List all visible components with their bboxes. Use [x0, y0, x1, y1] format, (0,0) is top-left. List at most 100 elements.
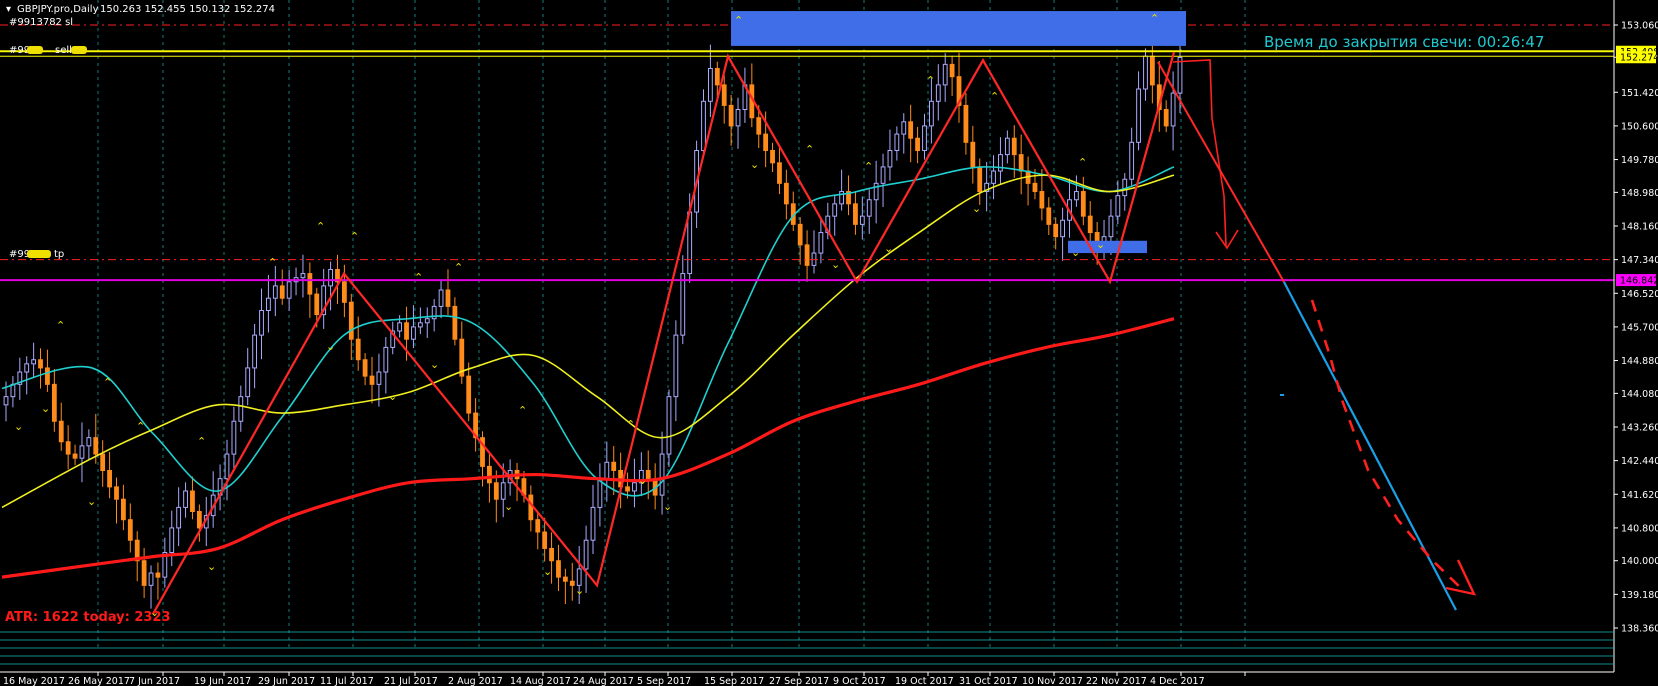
time-tick-label: 5 Sep 2017	[637, 676, 691, 686]
price-tick-label: 150.600	[1621, 121, 1658, 132]
fractal-up-marker: ⌃	[990, 90, 999, 103]
fractal-down-marker: ⌄	[543, 565, 552, 578]
candle-body	[1060, 219, 1065, 238]
candle-body	[714, 67, 720, 86]
candle-body	[1004, 137, 1010, 156]
fractal-down-marker: ⌄	[504, 500, 513, 513]
candle-body	[445, 289, 451, 307]
fractal-down-marker: ⌄	[750, 158, 759, 171]
time-tick-label: 22 Nov 2017	[1086, 676, 1147, 686]
time-tick-label: 27 Sep 2017	[769, 676, 829, 686]
candle-body	[735, 109, 741, 127]
time-tick-label: 26 May 2017	[68, 676, 130, 686]
price-tick-label: 138.360	[1621, 624, 1658, 635]
fractal-down-marker: ⌄	[884, 242, 893, 255]
fractal-down-marker: ⌄	[663, 500, 672, 513]
candle-body	[1115, 195, 1121, 217]
fractal-up-marker: ⌃	[56, 319, 65, 332]
candle-body	[452, 305, 458, 340]
price-chart[interactable]: ⌃⌃⌃⌃⌃⌃⌃⌃⌃⌃⌃⌃⌃⌃⌃⌃⌃⌃⌄⌄⌄⌄⌄⌄⌄⌄⌄⌄⌄⌄⌄⌄⌄⌄⌄⌄⌄ 15…	[0, 0, 1658, 686]
candle-body	[680, 273, 686, 336]
candle-body	[411, 326, 416, 340]
time-tick-label: 19 Oct 2017	[895, 676, 954, 686]
candle-body	[45, 367, 50, 385]
candle-body	[887, 150, 893, 168]
candle-body	[231, 420, 237, 455]
candle-body	[590, 506, 596, 541]
candle-body	[252, 334, 258, 369]
candle-body	[1163, 109, 1169, 127]
sell-order-marker-2[interactable]	[71, 46, 87, 54]
time-tick-label: 19 Jun 2017	[194, 676, 251, 686]
take-profit-label[interactable]: #99	[9, 249, 30, 260]
sell-order-label[interactable]: #99	[9, 45, 30, 56]
candle-body	[963, 104, 969, 143]
candle-body	[1074, 191, 1079, 201]
fractal-up-marker: ⌃	[414, 271, 423, 284]
candle-body	[935, 84, 941, 102]
candle-body	[763, 133, 769, 152]
candle-body	[259, 310, 264, 336]
fractal-down-marker: ⌄	[831, 258, 840, 271]
candle-body	[404, 322, 409, 340]
candle-body	[397, 322, 403, 332]
candle-body	[307, 273, 313, 295]
symbol-title: GBPJPY.pro,Daily	[17, 4, 99, 15]
fractal-up-marker: ⌃	[136, 420, 145, 433]
sell-order-marker[interactable]	[27, 46, 43, 54]
candle-body	[998, 154, 1003, 172]
time-tick-label: 31 Oct 2017	[959, 676, 1018, 686]
time-tick-label: 11 Jul 2017	[320, 676, 374, 686]
time-tick-label: 15 Sep 2017	[704, 676, 764, 686]
fractal-up-marker: ⌃	[626, 418, 635, 431]
time-tick-label: 29 Jun 2017	[258, 676, 315, 686]
candle-body	[355, 338, 361, 361]
fractal-up-marker: ⌃	[518, 404, 527, 417]
candle-body	[300, 273, 306, 279]
candle-body	[818, 232, 824, 254]
top-zone[interactable]	[731, 11, 1186, 46]
fractal-up-marker: ⌃	[454, 261, 463, 274]
candle-body	[901, 121, 907, 135]
candle-body	[348, 301, 354, 340]
fractal-up-marker: ⌃	[926, 74, 935, 87]
fractal-down-marker: ⌄	[41, 402, 50, 415]
fractal-down-marker: ⌄	[14, 420, 23, 433]
price-tick-label: 148.980	[1621, 188, 1658, 199]
price-tick-label: 145.700	[1621, 322, 1658, 333]
fractal-down-marker: ⌄	[575, 584, 584, 597]
candle-body	[1080, 191, 1086, 217]
candle-body	[1149, 55, 1155, 86]
candle-body	[51, 383, 57, 422]
candle-body	[991, 170, 996, 184]
candle-body	[1018, 154, 1024, 172]
candle-body	[611, 461, 617, 471]
candle-body	[880, 166, 886, 184]
time-tick-label: 14 Aug 2017	[510, 676, 571, 686]
candle-body	[853, 203, 858, 225]
candle-body	[79, 445, 85, 459]
candle-body	[493, 482, 499, 500]
candle-body	[783, 182, 789, 205]
time-tick-label: 16 May 2017	[3, 676, 65, 686]
price-label-text: 152.274	[1620, 53, 1658, 64]
candle-body	[224, 453, 230, 480]
price-tick-label: 140.000	[1621, 556, 1658, 567]
candle-body	[908, 121, 914, 139]
time-tick-label: 21 Jul 2017	[384, 676, 438, 686]
candle-body	[65, 441, 71, 455]
candle-body	[272, 285, 278, 299]
candle-body	[1143, 55, 1148, 90]
price-label-text: 146.842	[1620, 276, 1658, 287]
candle-body	[3, 396, 9, 406]
fractal-down-marker: ⌄	[326, 340, 335, 353]
take-profit-marker[interactable]	[27, 250, 51, 258]
candle-body	[1011, 137, 1017, 156]
candle-body	[196, 511, 202, 529]
candle-body	[632, 482, 637, 492]
take-profit-suffix: tp	[54, 249, 64, 260]
price-tick-label: 142.440	[1621, 456, 1658, 467]
atr-indicator: ATR: 1622 today: 2323	[5, 610, 171, 625]
fractal-up-marker: ⌃	[734, 14, 743, 27]
candle-body	[942, 63, 948, 86]
